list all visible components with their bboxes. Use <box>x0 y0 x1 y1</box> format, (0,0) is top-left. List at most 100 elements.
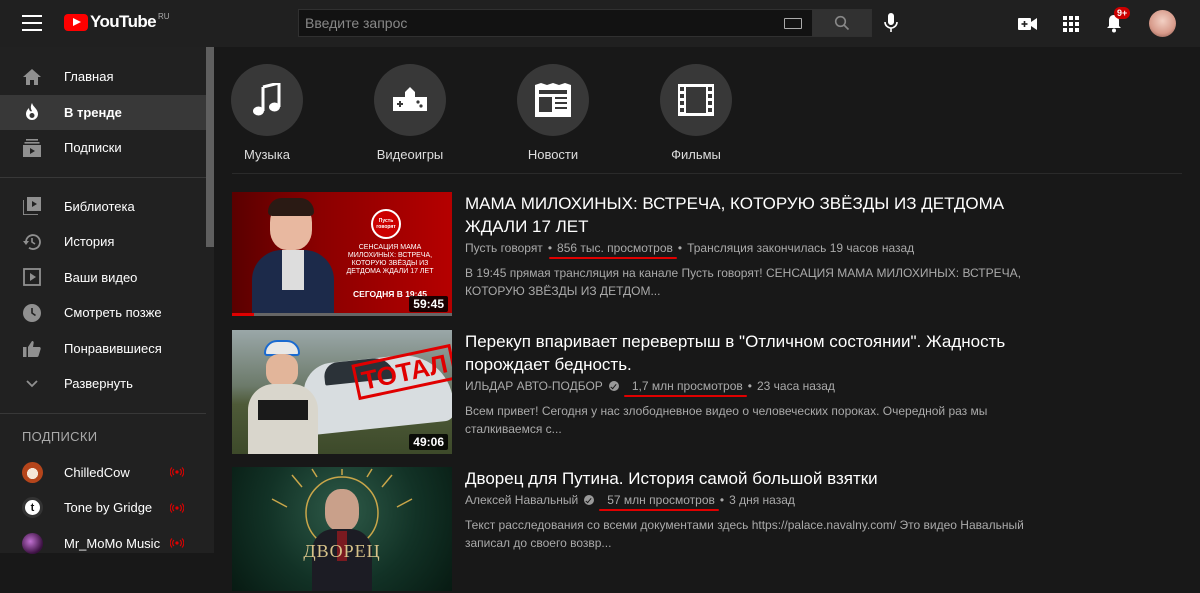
video-duration: 49:06 <box>409 434 448 450</box>
notifications-button[interactable]: 9+ <box>1103 6 1131 35</box>
trending-icon <box>22 102 42 122</box>
sidebar-item-history[interactable]: История <box>0 224 206 260</box>
watch-progress-track <box>232 313 452 316</box>
top-bar: YouTube RU 9+ <box>0 0 1200 47</box>
meta-dot: • <box>677 241 683 255</box>
category-music[interactable]: Музыка <box>222 64 312 162</box>
sidebar-divider <box>0 176 206 178</box>
section-divider <box>232 173 1182 174</box>
sidebar-divider <box>0 412 206 414</box>
description-text: Текст расследования со всеми документами… <box>465 518 1024 550</box>
channel-avatar <box>22 461 43 483</box>
video-title[interactable]: МАМА МИЛОХИНЫХ: ВСТРЕЧА, КОТОРУЮ ЗВЁЗДЫ … <box>465 192 1025 238</box>
thumbnail-caption: СЕНСАЦИЯ МАМА МИЛОХИНЫХ: ВСТРЕЧА, КОТОРУ… <box>346 244 434 275</box>
video-thumbnail[interactable]: ТОТАЛ 49:06 <box>232 330 452 454</box>
watch-later-icon <box>22 303 42 323</box>
create-video-button[interactable] <box>1017 13 1039 35</box>
chevron-down-icon <box>22 374 42 394</box>
channel-name[interactable]: Пусть говорят <box>465 241 543 255</box>
thumbnail-person <box>252 198 334 316</box>
search-input[interactable] <box>299 10 812 36</box>
subscriptions-heading: ПОДПИСКИ <box>22 429 98 444</box>
watch-progress-bar <box>232 313 254 316</box>
keyboard-icon[interactable] <box>784 18 802 29</box>
category-label: Музыка <box>244 147 290 162</box>
video-description: В 19:45 прямая трансляция на канале Пуст… <box>465 266 1021 298</box>
publish-time: Трансляция закончилась 19 часов назад <box>687 241 915 255</box>
publish-time: 23 часа назад <box>756 379 835 393</box>
video-item: ТОТАЛ 49:06 Перекуп впаривает перевертыш… <box>232 330 1182 456</box>
video-info: Перекуп впаривает перевертыш в "Отличном… <box>465 330 1025 438</box>
video-camera-icon <box>1018 17 1037 30</box>
sidebar-item-liked[interactable]: Понравившиеся <box>0 331 206 367</box>
home-icon <box>22 67 42 87</box>
sidebar-item-label: Понравившиеся <box>64 340 162 356</box>
sidebar-item-home[interactable]: Главная <box>0 59 206 95</box>
thumbnail-caption: ДВОРЕЦ <box>303 541 381 561</box>
apps-grid-icon <box>1063 15 1079 32</box>
subscription-label: Tone by Gridge <box>64 500 153 516</box>
sidebar-item-watch-later[interactable]: Смотреть позже <box>0 295 206 331</box>
channel-avatar: t <box>22 497 43 519</box>
sidebar: Главная В тренде Подписки Библиотека Ист… <box>0 47 214 554</box>
channel-avatar <box>22 532 43 554</box>
video-thumbnail[interactable]: Пусть говорят СЕНСАЦИЯ МАМА МИЛОХИНЫХ: В… <box>232 192 452 316</box>
video-item: ДВОРЕЦ Дворец для Путина. История самой … <box>232 467 1182 593</box>
film-icon <box>678 84 714 116</box>
channel-name[interactable]: Алексей Навальный <box>465 493 578 507</box>
sidebar-item-label: Подписки <box>64 140 122 156</box>
meta-dot: • <box>547 241 553 255</box>
video-item: Пусть говорят СЕНСАЦИЯ МАМА МИЛОХИНЫХ: В… <box>232 192 1182 318</box>
sidebar-scrollbar[interactable] <box>206 47 214 247</box>
library-icon <box>22 196 42 216</box>
subscription-item[interactable]: ChilledCow <box>0 455 206 491</box>
sidebar-item-label: История <box>64 234 115 250</box>
verified-icon <box>584 495 595 505</box>
sidebar-item-label: Главная <box>64 69 114 85</box>
video-meta: Пусть говорят • 856 тыс. просмотров • Тр… <box>465 241 1025 259</box>
video-duration: 59:45 <box>409 296 448 312</box>
sidebar-item-expand[interactable]: Развернуть <box>0 366 206 402</box>
subscription-item[interactable]: Mr_MoMo Music <box>0 526 206 562</box>
channel-name[interactable]: ИЛЬДАР АВТО-ПОДБОР <box>465 379 603 393</box>
thumbs-up-icon <box>22 338 42 358</box>
video-description: Текст расследования со всеми документами… <box>465 516 1025 552</box>
sidebar-item-trending[interactable]: В тренде <box>0 94 206 130</box>
subscription-item[interactable]: t Tone by Gridge <box>0 490 206 526</box>
gamepad-icon <box>393 87 427 111</box>
menu-icon[interactable] <box>22 15 42 31</box>
logo-region: RU <box>158 11 170 21</box>
category-circle <box>660 64 732 136</box>
video-title[interactable]: Перекуп впаривает перевертыш в "Отличном… <box>465 330 1025 376</box>
sidebar-item-label: Ваши видео <box>64 269 138 285</box>
video-thumbnail[interactable]: ДВОРЕЦ <box>232 467 452 591</box>
sidebar-item-library[interactable]: Библиотека <box>0 189 206 225</box>
category-films[interactable]: Фильмы <box>651 64 741 162</box>
search-icon <box>834 15 850 31</box>
youtube-logo[interactable]: YouTube RU <box>64 12 170 32</box>
category-gaming[interactable]: Видеоигры <box>365 64 455 162</box>
sidebar-item-your-videos[interactable]: Ваши видео <box>0 260 206 296</box>
music-icon <box>253 83 281 116</box>
category-news[interactable]: Новости <box>508 64 598 162</box>
category-circle <box>517 64 589 136</box>
subscription-label: ChilledCow <box>64 464 130 480</box>
live-icon <box>170 467 184 478</box>
thumbnail-channel-logo: Пусть говорят <box>371 209 401 239</box>
publish-time: 3 дня назад <box>729 493 795 507</box>
sidebar-item-label: В тренде <box>64 104 122 120</box>
user-avatar[interactable] <box>1149 10 1176 37</box>
microphone-button[interactable] <box>880 12 902 34</box>
view-count: 856 тыс. просмотров <box>549 241 677 259</box>
main-content: Музыка Видеоигры Новости Фильмы Пусть го… <box>214 47 1200 591</box>
search-button[interactable] <box>812 9 872 37</box>
search-box <box>298 9 813 37</box>
apps-button[interactable] <box>1060 13 1082 35</box>
sidebar-item-label: Развернуть <box>64 376 133 392</box>
video-title[interactable]: Дворец для Путина. История самой большой… <box>465 467 1025 490</box>
notification-badge: 9+ <box>1114 6 1131 19</box>
meta-dot: • <box>719 493 725 507</box>
category-label: Новости <box>527 147 579 162</box>
sidebar-item-subscriptions[interactable]: Подписки <box>0 130 206 166</box>
history-icon <box>22 232 42 252</box>
